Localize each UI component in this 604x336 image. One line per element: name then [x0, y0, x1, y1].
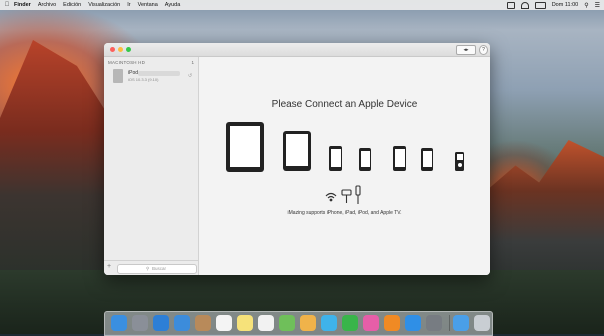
menu-edicion[interactable]: Edición — [63, 2, 81, 8]
menu-ventana[interactable]: Ventana — [138, 2, 158, 8]
airplay-icon[interactable] — [506, 1, 515, 9]
device-name: iPod — [128, 70, 139, 76]
dock-downloads-icon[interactable] — [453, 315, 469, 331]
dock-system-preferences-icon[interactable] — [426, 315, 442, 331]
dock-safari-icon[interactable] — [153, 315, 169, 331]
sidebar-toggle-button[interactable]: ◂▸ — [456, 45, 476, 55]
menu-extras: Dom 11:00 ⚲ ☰ — [506, 0, 600, 10]
window-titlebar[interactable]: ◂▸ ? — [104, 43, 490, 57]
dock-mail-icon[interactable] — [174, 315, 190, 331]
dock-finder-icon[interactable] — [111, 315, 127, 331]
dock-facetime-icon[interactable] — [342, 315, 358, 331]
eject-icon[interactable]: ↺ — [188, 73, 192, 79]
sidebar: MACINTOSH HD 1 iPod iOS 10.3.3 (9.10) ↺ … — [104, 57, 199, 275]
sidebar-header: MACINTOSH HD — [108, 60, 146, 65]
minimize-button[interactable] — [118, 47, 123, 52]
help-button[interactable]: ? — [479, 45, 488, 55]
ipod-nano-icon — [455, 152, 464, 171]
menu-archivo[interactable]: Archivo — [38, 2, 56, 8]
dock-reminders-icon[interactable] — [258, 315, 274, 331]
menu-clock[interactable]: Dom 11:00 — [552, 2, 579, 8]
iphone-plus-icon — [329, 146, 342, 171]
dock-contacts-icon[interactable] — [195, 315, 211, 331]
device-subtitle: iOS 10.3.3 (9.10) — [128, 77, 159, 82]
ipod-icon — [113, 69, 123, 83]
notification-center-icon[interactable]: ☰ — [595, 2, 600, 9]
supported-devices-text: iMazing supports iPhone, iPad, iPod, and… — [287, 210, 402, 216]
dock-calendar-icon[interactable] — [216, 315, 232, 331]
menu-bar:  Finder Archivo Edición Visualización I… — [0, 0, 604, 10]
zoom-button[interactable] — [126, 47, 131, 52]
sidebar-item-device[interactable]: iPod iOS 10.3.3 (9.10) ↺ — [104, 68, 198, 84]
dock-connector-icon — [341, 189, 352, 203]
dock-maps-icon[interactable] — [279, 315, 295, 331]
page-title: Please Connect an Apple Device — [271, 99, 418, 110]
wifi-icon[interactable] — [520, 1, 529, 9]
menu-ayuda[interactable]: Ayuda — [165, 2, 181, 8]
wifi-sync-icon — [325, 192, 337, 202]
dock — [104, 311, 493, 336]
dock-trash-icon[interactable] — [474, 315, 490, 331]
spotlight-icon[interactable]: ⚲ — [584, 2, 588, 9]
sidebar-device-count: 1 — [191, 60, 194, 65]
connection-icons — [325, 185, 361, 204]
wallpaper-mountain-left — [0, 40, 110, 300]
dock-launchpad-icon[interactable] — [132, 315, 148, 331]
main-content: Please Connect an Apple Device iMazing s… — [199, 57, 490, 275]
menu-finder[interactable]: Finder — [14, 2, 31, 8]
dock-separator — [449, 315, 450, 331]
ipod-touch-icon — [421, 148, 433, 171]
dock-itunes-icon[interactable] — [363, 315, 379, 331]
dock-notes-icon[interactable] — [237, 315, 253, 331]
menu-visualizacion[interactable]: Visualización — [88, 2, 120, 8]
search-field[interactable]: ⚲ Buscar — [117, 264, 197, 274]
device-name-redacted — [138, 71, 180, 76]
lightning-cable-icon — [355, 185, 361, 204]
search-placeholder: Buscar — [152, 266, 167, 271]
close-button[interactable] — [110, 47, 115, 52]
sidebar-footer: + ⚲ Buscar — [104, 260, 198, 275]
ipad-mini-icon — [283, 131, 311, 171]
dock-messages-icon[interactable] — [321, 315, 337, 331]
dock-ibooks-icon[interactable] — [384, 315, 400, 331]
menu-ir[interactable]: Ir — [127, 2, 130, 8]
iphone-icon — [359, 148, 371, 171]
iphone-se-icon — [393, 146, 406, 171]
dock-app-store-icon[interactable] — [405, 315, 421, 331]
dock-photos-icon[interactable] — [300, 315, 316, 331]
search-icon: ⚲ — [146, 266, 150, 271]
imazing-window: ◂▸ ? MACINTOSH HD 1 iPod iOS 10.3.3 (9.1… — [104, 43, 490, 275]
apple-menu-icon[interactable]:  — [0, 2, 14, 8]
battery-icon[interactable] — [534, 1, 546, 9]
add-device-button[interactable]: + — [107, 263, 111, 271]
ipad-large-icon — [226, 122, 264, 172]
